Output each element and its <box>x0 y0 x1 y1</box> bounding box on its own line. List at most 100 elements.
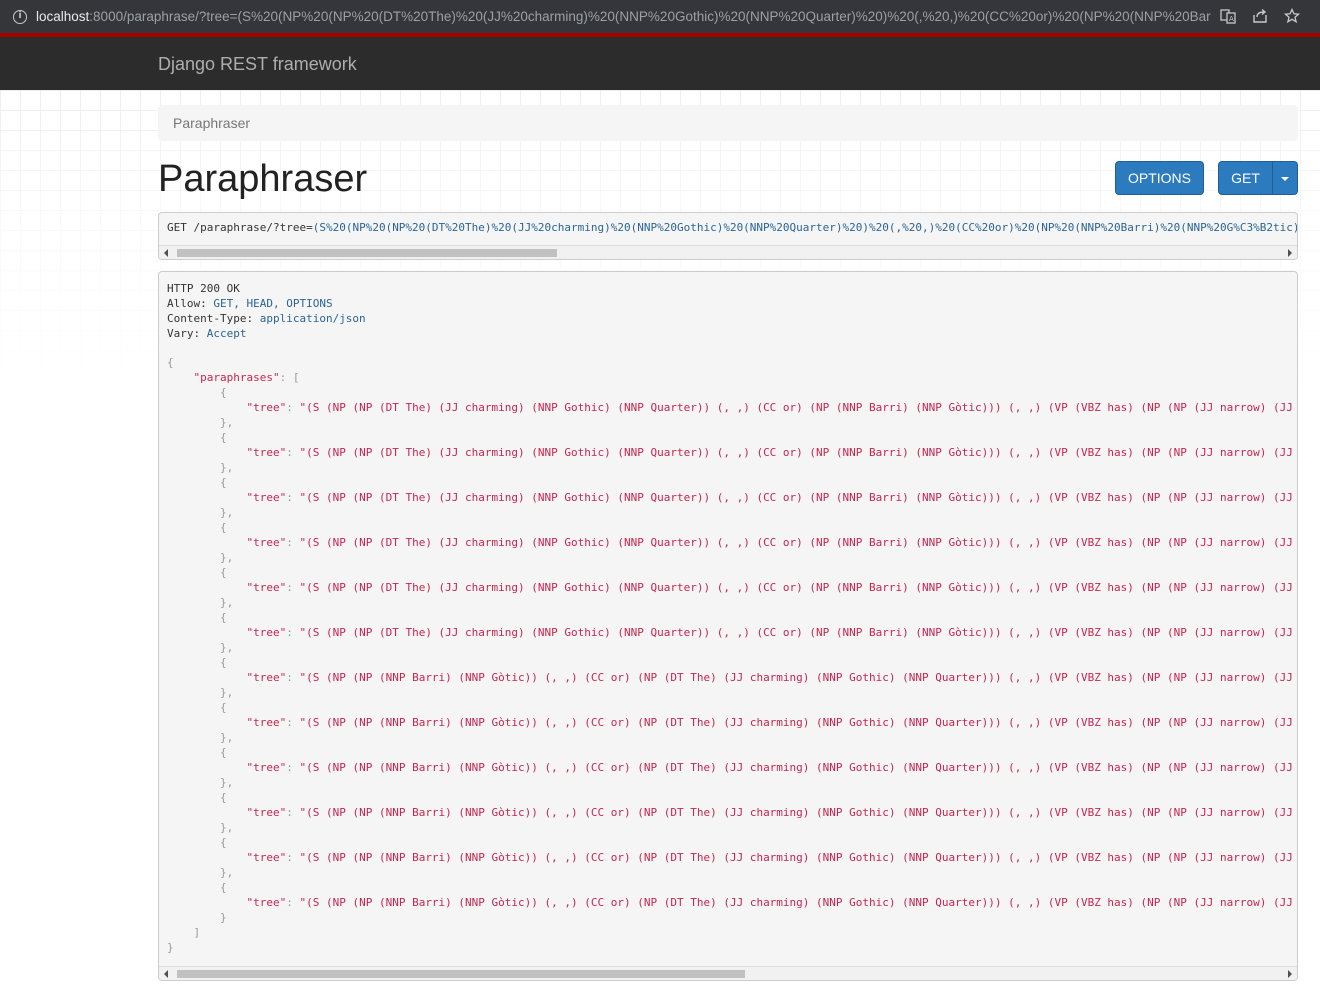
json-brace: } <box>167 941 174 954</box>
json-punct: : <box>286 671 300 684</box>
json-key: "tree" <box>246 401 287 414</box>
json-brace: }, <box>167 641 234 654</box>
address-bar[interactable]: i localhost:8000/paraphrase/?tree=(S%20(… <box>0 0 1212 33</box>
get-format-dropdown-button[interactable] <box>1272 161 1298 195</box>
caret-down-icon <box>1281 177 1289 182</box>
json-line: { <box>167 835 1297 850</box>
json-line: }, <box>167 460 1297 475</box>
json-line: { <box>167 475 1297 490</box>
share-icon[interactable] <box>1252 8 1268 24</box>
json-line: "tree": "(S (NP (NP (DT The) (JJ charmin… <box>167 535 1297 550</box>
json-punct: : <box>286 851 300 864</box>
scroll-right-arrow-icon[interactable] <box>1288 249 1292 257</box>
request-info: GET /paraphrase/?tree=(S%20(NP%20(NP%20(… <box>158 212 1298 260</box>
json-punct: : <box>286 401 300 414</box>
json-punct: : <box>286 626 300 639</box>
json-key: "tree" <box>246 806 287 819</box>
json-bracket: ] <box>167 926 201 939</box>
json-brace: { <box>167 476 227 489</box>
options-button[interactable]: OPTIONS <box>1115 161 1204 195</box>
scroll-left-arrow-icon[interactable] <box>164 249 168 257</box>
json-key: "tree" <box>246 491 287 504</box>
json-line: { <box>167 655 1297 670</box>
translate-icon[interactable]: A <box>1220 8 1236 24</box>
json-line: { <box>167 430 1297 445</box>
header-key: Vary: <box>167 327 201 340</box>
json-line: "tree": "(S (NP (NP (DT The) (JJ charmin… <box>167 400 1298 415</box>
json-line: }, <box>167 505 1297 520</box>
header-value: GET, HEAD, OPTIONS <box>213 297 333 310</box>
json-key: "tree" <box>246 581 287 594</box>
url-text[interactable]: localhost:8000/paraphrase/?tree=(S%20(NP… <box>36 9 1211 24</box>
scroll-right-arrow-icon[interactable] <box>1288 970 1292 978</box>
json-string-value: "(S (NP (NP (DT The) (JJ charming) (NNP … <box>299 581 1298 594</box>
json-line: }, <box>167 730 1297 745</box>
json-punct: : <box>286 491 300 504</box>
request-method: GET <box>167 221 187 234</box>
header-value: Accept <box>206 327 247 340</box>
json-brace: { <box>167 881 227 894</box>
json-line: { <box>167 700 1297 715</box>
json-line: }, <box>167 820 1297 835</box>
request-horizontal-scrollbar[interactable] <box>159 245 1297 259</box>
json-line: "tree": "(S (NP (NP (NNP Barri) (NNP Gòt… <box>167 670 1298 685</box>
json-brace: }, <box>167 551 234 564</box>
scroll-left-arrow-icon[interactable] <box>164 970 168 978</box>
json-brace: }, <box>167 686 234 699</box>
url-host: localhost <box>36 9 90 24</box>
json-line: { <box>167 565 1297 580</box>
json-string-value: "(S (NP (NP (NNP Barri) (NNP Gòtic)) (, … <box>299 761 1298 774</box>
json-line: { <box>167 745 1297 760</box>
json-key: "tree" <box>246 896 287 909</box>
json-punct: : <box>286 806 300 819</box>
json-string-value: "(S (NP (NP (DT The) (JJ charming) (NNP … <box>299 401 1298 414</box>
header-value: application/json <box>259 312 366 325</box>
json-brace: { <box>167 611 227 624</box>
json-punct: : <box>286 536 300 549</box>
header-key: Content-Type: <box>167 312 254 325</box>
json-key: "tree" <box>246 671 287 684</box>
json-string-value: "(S (NP (NP (NNP Barri) (NNP Gòtic)) (, … <box>299 671 1298 684</box>
json-line: { <box>167 790 1297 805</box>
response-headers: HTTP 200 OK Allow: GET, HEAD, OPTIONS Co… <box>167 281 366 341</box>
response-json-body: { "paraphrases": [ { "tree": "(S (NP (NP… <box>167 355 1298 955</box>
json-line: }, <box>167 685 1297 700</box>
json-line: { <box>167 385 1297 400</box>
json-brace: }, <box>167 461 234 474</box>
json-line: "tree": "(S (NP (NP (NNP Barri) (NNP Gòt… <box>167 715 1297 730</box>
scrollbar-thumb[interactable] <box>177 249 557 257</box>
json-brace: { <box>167 431 227 444</box>
json-line: "tree": "(S (NP (NP (DT The) (JJ charmin… <box>167 625 1298 640</box>
json-line: ] <box>167 925 1297 940</box>
json-line: }, <box>167 595 1297 610</box>
scrollbar-thumb[interactable] <box>177 970 745 978</box>
json-brace: { <box>167 836 227 849</box>
star-icon[interactable] <box>1283 7 1301 24</box>
info-icon[interactable]: i <box>13 9 27 24</box>
json-line: }, <box>167 640 1297 655</box>
get-button[interactable]: GET <box>1218 161 1273 195</box>
json-line: "paraphrases": [ <box>167 370 1297 385</box>
navbar-brand[interactable]: Django REST framework <box>158 54 357 75</box>
json-string-value: "(S (NP (NP (DT The) (JJ charming) (NNP … <box>299 626 1298 639</box>
breadcrumb-item-paraphraser[interactable]: Paraphraser <box>173 115 250 131</box>
json-brace: }, <box>167 821 234 834</box>
json-key: "tree" <box>246 716 287 729</box>
json-brace: }, <box>167 776 234 789</box>
json-line: "tree": "(S (NP (NP (NNP Barri) (NNP Gòt… <box>167 760 1298 775</box>
json-line: "tree": "(S (NP (NP (NNP Barri) (NNP Gòt… <box>167 805 1297 820</box>
json-punct: : <box>286 761 300 774</box>
json-key: "tree" <box>246 536 287 549</box>
response-horizontal-scrollbar[interactable] <box>159 966 1297 980</box>
json-brace: }, <box>167 731 234 744</box>
json-line: "tree": "(S (NP (NP (DT The) (JJ charmin… <box>167 580 1298 595</box>
json-brace: }, <box>167 416 234 429</box>
json-key: "tree" <box>246 626 287 639</box>
json-brace: { <box>167 521 227 534</box>
